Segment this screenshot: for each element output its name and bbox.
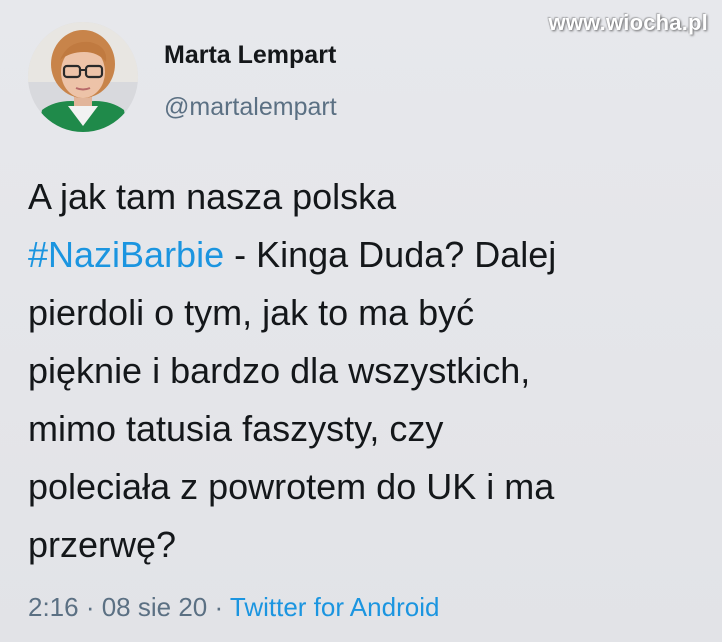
tweet-text: A jak tam nasza polska #NaziBarbie - Kin…	[28, 168, 708, 574]
tweet-meta: 2:16 · 08 sie 20 · Twitter for Android	[28, 591, 439, 623]
hashtag-link[interactable]: #NaziBarbie	[28, 234, 224, 275]
tweet-line-text: pierdoli o tym, jak to ma być	[28, 292, 475, 333]
meta-separator: ·	[207, 592, 230, 622]
author-names: Marta Lempart @martalempart	[164, 40, 337, 122]
tweet-line-text: A jak tam nasza polska	[28, 176, 397, 217]
author-display-name[interactable]: Marta Lempart	[164, 40, 337, 70]
tweet-time[interactable]: 2:16	[28, 592, 79, 622]
tweet-line-text: przerwę?	[28, 524, 177, 565]
tweet-header: Marta Lempart @martalempart	[28, 22, 708, 134]
tweet-line-text: mimo tatusia faszysty, czy	[28, 408, 444, 449]
tweet-line-text: pięknie i bardzo dla wszystkich,	[28, 350, 531, 391]
tweet-line: poleciała z powrotem do UK i ma	[28, 458, 708, 516]
tweet-line: przerwę?	[28, 516, 708, 574]
tweet-card: www.wiocha.pl Marta Lempart @martalempar…	[0, 0, 722, 642]
tweet-line: #NaziBarbie - Kinga Duda? Dalej	[28, 226, 708, 284]
tweet-date[interactable]: 08 sie 20	[102, 592, 208, 622]
tweet-line-text: poleciała z powrotem do UK i ma	[28, 466, 555, 507]
tweet-line: pięknie i bardzo dla wszystkich,	[28, 342, 708, 400]
tweet-line: A jak tam nasza polska	[28, 168, 708, 226]
tweet-line: pierdoli o tym, jak to ma być	[28, 284, 708, 342]
tweet-line-text: - Kinga Duda? Dalej	[224, 234, 557, 275]
tweet-source-link[interactable]: Twitter for Android	[230, 592, 440, 622]
meta-separator: ·	[78, 592, 102, 622]
tweet-line: mimo tatusia faszysty, czy	[28, 400, 708, 458]
avatar[interactable]	[28, 22, 138, 132]
author-handle[interactable]: @martalempart	[164, 92, 337, 122]
avatar-image	[28, 22, 138, 132]
